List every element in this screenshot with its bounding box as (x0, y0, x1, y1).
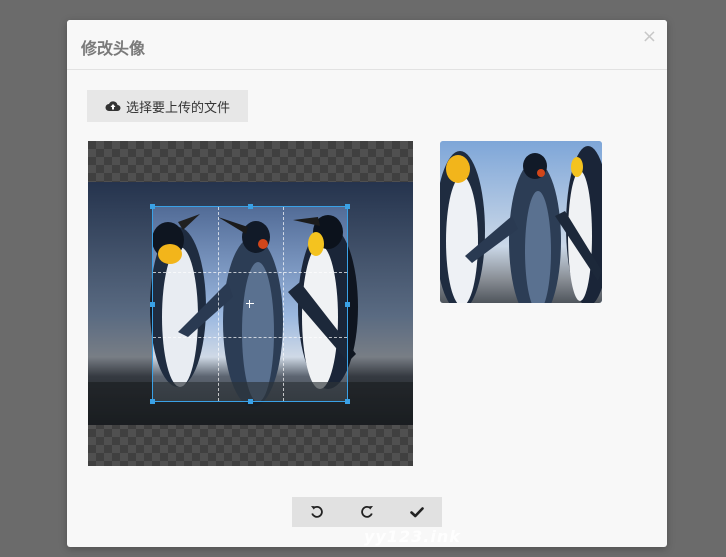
resize-handle-n[interactable] (248, 204, 253, 209)
rotate-right-icon (361, 505, 373, 518)
crop-guide-line (153, 337, 347, 338)
dialog-title: 修改头像 (81, 39, 146, 58)
crop-canvas[interactable] (88, 141, 413, 466)
resize-handle-s[interactable] (248, 399, 253, 404)
resize-handle-ne[interactable] (345, 204, 350, 209)
crop-center-icon (246, 300, 254, 308)
rotate-left-button[interactable] (292, 497, 342, 527)
close-button[interactable]: × (642, 28, 657, 46)
dialog-header: 修改头像 × (67, 20, 667, 70)
avatar-preview (440, 141, 602, 303)
preview-image (440, 141, 602, 303)
crop-guide-line (283, 207, 284, 401)
resize-handle-sw[interactable] (150, 399, 155, 404)
upload-button-label: 选择要上传的文件 (125, 99, 230, 115)
cloud-upload-icon (105, 101, 121, 111)
crop-guide-line (153, 272, 347, 273)
action-bar (292, 497, 442, 527)
watermark: yy123.ink (364, 527, 461, 546)
rotate-left-icon (311, 505, 323, 518)
crop-guide-line (218, 207, 219, 401)
upload-file-button[interactable]: 选择要上传的文件 (87, 90, 248, 122)
confirm-button[interactable] (392, 497, 442, 527)
resize-handle-nw[interactable] (150, 204, 155, 209)
resize-handle-w[interactable] (150, 302, 155, 307)
avatar-edit-dialog: 修改头像 × 选择要上传的文件 (67, 20, 667, 547)
resize-handle-e[interactable] (345, 302, 350, 307)
rotate-right-button[interactable] (342, 497, 392, 527)
crop-selection-box[interactable] (150, 204, 350, 404)
resize-handle-se[interactable] (345, 399, 350, 404)
check-icon (410, 507, 424, 518)
